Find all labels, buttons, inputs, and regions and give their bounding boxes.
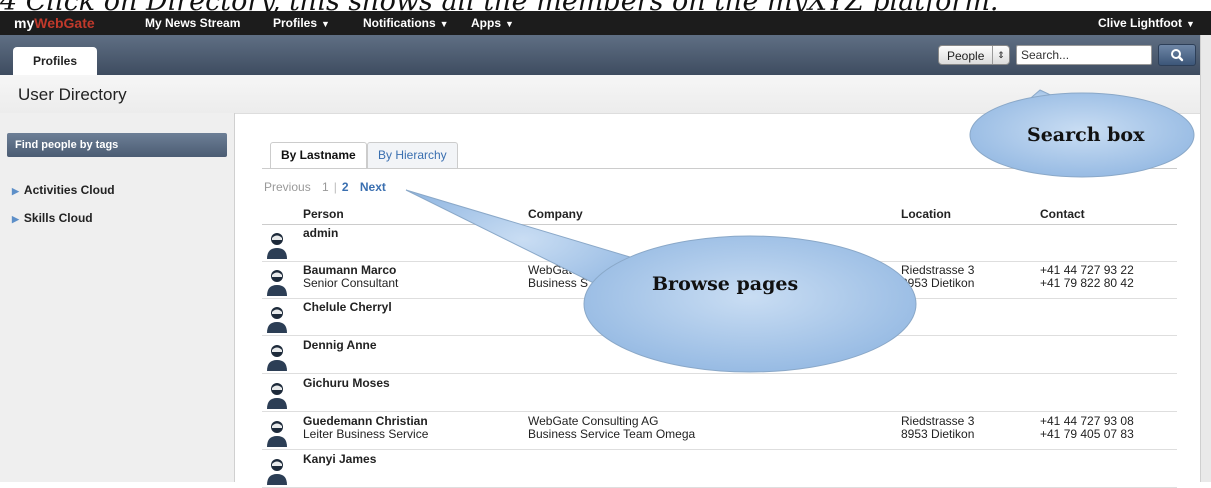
person-avatar-icon <box>267 270 287 296</box>
chevron-down-icon: ▼ <box>439 19 449 29</box>
chevron-down-icon: ▼ <box>1186 19 1195 29</box>
pager-previous[interactable]: Previous <box>264 180 311 194</box>
person-avatar-icon <box>267 345 287 371</box>
person-cell: Guedemann Christian Leiter Business Servi… <box>303 415 428 441</box>
select-arrows-icon: ⇕ <box>992 46 1009 64</box>
person-name[interactable]: Gichuru Moses <box>303 377 390 390</box>
sidebar-item-activities-cloud[interactable]: ▶ Activities Cloud <box>12 183 115 197</box>
location-cell: Riedstrasse 3 8953 Dietikon <box>901 415 974 441</box>
search-scope-value: People <box>947 49 985 63</box>
person-cell: Gichuru Moses <box>303 377 390 390</box>
person-title: Senior Consultant <box>303 276 399 290</box>
browse-pages-callout-label: Browse pages <box>652 273 799 295</box>
vertical-scrollbar[interactable] <box>1200 35 1211 482</box>
phone-mobile: +41 79 822 80 42 <box>1040 276 1134 290</box>
logo-webgate: WebGate <box>34 15 95 31</box>
person-name[interactable]: Dennig Anne <box>303 339 377 352</box>
pager-next[interactable]: Next <box>360 180 386 194</box>
triangle-right-icon: ▶ <box>12 186 19 196</box>
city: 8953 Dietikon <box>901 427 975 441</box>
app-logo[interactable]: myWebGate <box>14 11 95 35</box>
phone-mobile: +41 79 405 07 83 <box>1040 427 1134 441</box>
magnifier-icon <box>1171 49 1184 62</box>
person-avatar-icon <box>267 459 287 485</box>
person-avatar-icon <box>267 421 287 447</box>
chevron-down-icon: ▼ <box>321 19 330 29</box>
user-menu[interactable]: Clive Lightfoot ▼ <box>1098 11 1195 35</box>
sidebar: Find people by tags ▶ Activities Cloud ▶ S… <box>0 113 235 482</box>
person-name[interactable]: admin <box>303 227 338 240</box>
table-row[interactable]: Guedemann Christian Leiter Business Servi… <box>262 413 1177 450</box>
search-box-callout-label: Search box <box>1027 124 1145 146</box>
person-name[interactable]: Chelule Cherryl <box>303 301 392 314</box>
nav-apps-menu[interactable]: Apps ▼ <box>471 11 514 35</box>
tabs-divider <box>262 168 1177 169</box>
person-cell: Dennig Anne <box>303 339 377 352</box>
column-header-location: Location <box>901 207 951 221</box>
person-avatar-icon <box>267 233 287 259</box>
pager-page-2[interactable]: 2 <box>342 180 349 194</box>
table-row[interactable]: Chelule Cherryl <box>262 299 1177 336</box>
department-name: Business Service Team Omega <box>528 427 696 441</box>
find-people-by-tags-header: Find people by tags <box>7 133 227 157</box>
triangle-right-icon: ▶ <box>12 214 19 224</box>
search-scope-select[interactable]: People ⇕ <box>938 45 1010 65</box>
person-avatar-icon <box>267 383 287 409</box>
person-title: Leiter Business Service <box>303 427 429 441</box>
nav-my-news-stream[interactable]: My News Stream <box>145 11 240 35</box>
search-button[interactable] <box>1158 44 1196 66</box>
company-cell: WebGate Co Business S <box>528 264 597 290</box>
company-cell: WebGate Consulting AG Business Service Te… <box>528 415 695 441</box>
table-row[interactable]: Kanyi James <box>262 451 1177 488</box>
chevron-down-icon: ▼ <box>505 19 514 29</box>
person-cell: admin <box>303 227 338 240</box>
table-row[interactable]: admin <box>262 225 1177 262</box>
department-name: Business S <box>528 276 589 290</box>
person-cell: Baumann Marco Senior Consultant <box>303 264 398 290</box>
nav-notifications-menu[interactable]: Notifications ▼ <box>363 11 449 35</box>
profiles-header-band: Profiles People ⇕ Search... <box>0 35 1211 75</box>
person-avatar-icon <box>267 307 287 333</box>
location-cell: Riedstrasse 3 8953 Dietikon <box>901 264 974 290</box>
column-header-company: Company <box>528 207 583 221</box>
table-row[interactable]: Gichuru Moses <box>262 375 1177 412</box>
column-header-person: Person <box>303 207 344 221</box>
nav-profiles-menu[interactable]: Profiles ▼ <box>273 11 330 35</box>
column-header-contact: Contact <box>1040 207 1085 221</box>
contact-cell: +41 44 727 93 08 +41 79 405 07 83 <box>1040 415 1134 441</box>
search-input[interactable]: Search... <box>1016 45 1152 65</box>
pager-page-1[interactable]: 1 <box>322 180 329 194</box>
person-cell: Kanyi James <box>303 453 376 466</box>
city: 8953 Dietikon <box>901 276 975 290</box>
top-navigation-bar: myWebGate My News Stream Profiles ▼ Notif… <box>0 11 1211 35</box>
logo-my: my <box>14 15 35 31</box>
page-title-band <box>0 75 1211 114</box>
person-cell: Chelule Cherryl <box>303 301 392 314</box>
person-name[interactable]: Kanyi James <box>303 453 376 466</box>
tab-profiles[interactable]: Profiles <box>13 47 97 75</box>
pagination: Previous 1 | 2 Next <box>264 180 386 194</box>
table-row[interactable]: Dennig Anne <box>262 337 1177 374</box>
sidebar-item-skills-cloud[interactable]: ▶ Skills Cloud <box>12 211 93 225</box>
tab-by-hierarchy[interactable]: By Hierarchy <box>367 142 458 168</box>
contact-cell: +41 44 727 93 22 +41 79 822 80 42 <box>1040 264 1134 290</box>
tab-by-lastname[interactable]: By Lastname <box>270 142 367 168</box>
page-title: User Directory <box>18 85 127 104</box>
